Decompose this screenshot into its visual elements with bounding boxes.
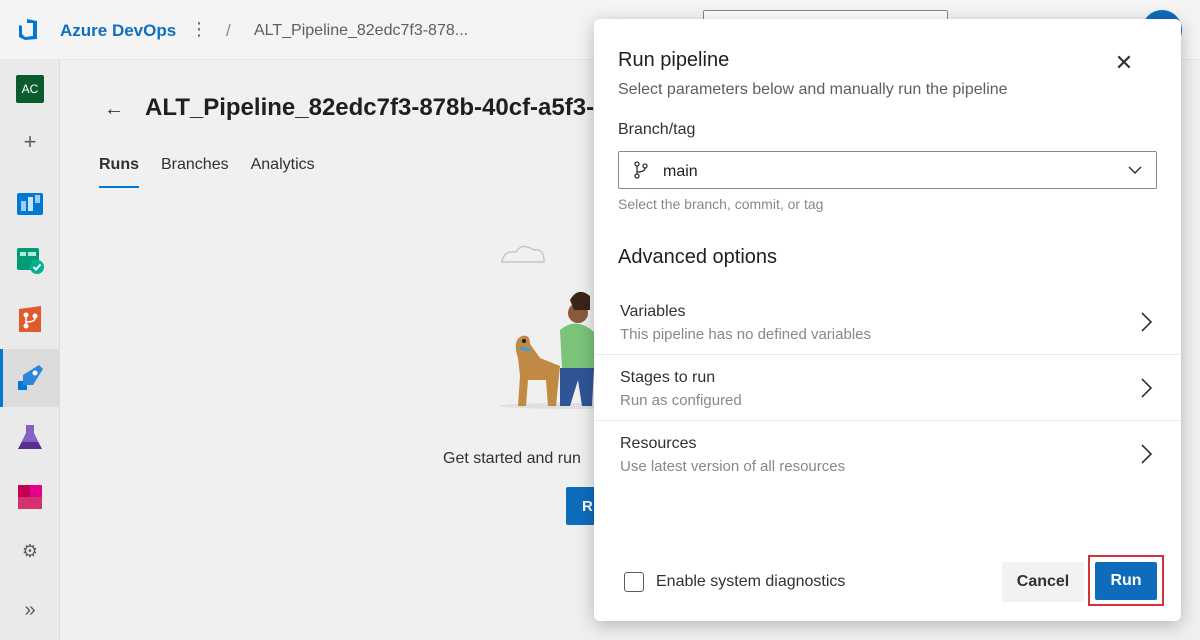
rail-test-plans[interactable]: [0, 231, 60, 289]
plus-icon: +: [23, 129, 37, 154]
chevron-double-right-icon: »: [24, 598, 36, 621]
expand-rail-button[interactable]: »: [0, 581, 60, 639]
artifacts-icon: [18, 485, 42, 509]
option-variables[interactable]: Variables This pipeline has no defined v…: [594, 289, 1181, 355]
branch-tag-dropdown[interactable]: main: [618, 151, 1157, 189]
option-description: This pipeline has no defined variables: [620, 326, 871, 343]
pipelines-icon: [18, 365, 43, 390]
project-settings-button[interactable]: ⚙: [0, 522, 60, 580]
cancel-button[interactable]: Cancel: [1002, 562, 1084, 602]
chevron-down-icon: [1128, 166, 1142, 175]
empty-state-text: Get started and run: [443, 450, 581, 467]
breadcrumb-pipeline[interactable]: ALT_Pipeline_82edc7f3-878...: [254, 22, 468, 40]
flask-icon: [18, 425, 42, 449]
tab-runs[interactable]: Runs: [99, 156, 139, 188]
option-title: Variables: [620, 303, 686, 320]
more-options-icon[interactable]: ⋮: [190, 19, 208, 39]
advanced-options-heading: Advanced options: [618, 246, 778, 268]
run-pipeline-dialog: Run pipeline Select parameters below and…: [594, 19, 1181, 621]
boards-icon: [17, 193, 43, 215]
close-icon[interactable]: ✕: [1112, 50, 1136, 75]
gear-icon: ⚙: [21, 540, 39, 561]
chevron-right-icon: [1141, 378, 1153, 398]
dialog-title: Run pipeline: [618, 49, 730, 71]
option-stages-to-run[interactable]: Stages to run Run as configured: [594, 355, 1181, 421]
new-item-button[interactable]: +: [0, 113, 60, 171]
option-title: Resources: [620, 435, 697, 452]
system-diagnostics-checkbox[interactable]: [624, 572, 644, 592]
option-description: Use latest version of all resources: [620, 458, 846, 475]
brand-link[interactable]: Azure DevOps: [60, 21, 176, 41]
test-plans-icon: [17, 248, 44, 274]
option-title: Stages to run: [620, 369, 716, 386]
left-rail: AC + ⚙ »: [0, 60, 60, 640]
option-description: Run as configured: [620, 392, 742, 409]
rail-artifacts[interactable]: [0, 467, 60, 525]
tab-analytics[interactable]: Analytics: [251, 156, 315, 188]
system-diagnostics-label[interactable]: Enable system diagnostics: [656, 573, 845, 591]
git-branch-icon: [634, 161, 648, 179]
rail-boards[interactable]: [0, 173, 60, 231]
branch-value: main: [663, 163, 698, 180]
tab-branches[interactable]: Branches: [161, 156, 229, 188]
rail-test[interactable]: [0, 408, 60, 466]
branch-help-text: Select the branch, commit, or tag: [618, 196, 824, 212]
repos-icon: [19, 306, 41, 332]
pipeline-tabs: Runs Branches Analytics: [99, 156, 315, 188]
chevron-right-icon: [1141, 444, 1153, 464]
page-title: ALT_Pipeline_82edc7f3-878b-40cf-a5f3-c: [145, 94, 608, 121]
org-badge: AC: [16, 75, 44, 103]
branch-tag-label: Branch/tag: [618, 121, 696, 138]
dialog-subtitle: Select parameters below and manually run…: [618, 81, 1008, 98]
breadcrumb-separator: /: [226, 21, 231, 40]
back-arrow-icon[interactable]: ←: [104, 98, 124, 121]
rail-repos[interactable]: [0, 290, 60, 348]
rail-pipelines[interactable]: [0, 349, 60, 407]
org-switcher[interactable]: AC: [0, 60, 60, 118]
option-resources[interactable]: Resources Use latest version of all reso…: [594, 421, 1181, 487]
chevron-right-icon: [1141, 312, 1153, 332]
run-button[interactable]: Run: [1095, 562, 1157, 600]
azure-devops-logo-icon[interactable]: [16, 17, 42, 43]
